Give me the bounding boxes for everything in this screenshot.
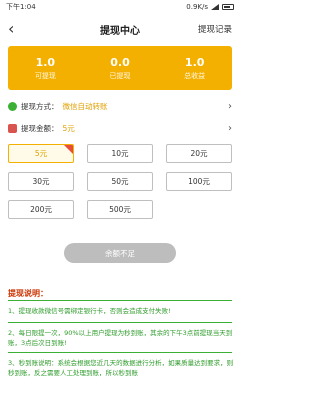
amount-option-500[interactable]: 500元	[87, 200, 153, 219]
submit-withdraw-button[interactable]: 余额不足	[64, 243, 176, 263]
stat-label: 总收益	[184, 71, 206, 80]
status-right: 0.9K/s	[186, 3, 234, 11]
withdraw-method-value: 微信自动转账	[62, 101, 108, 111]
withdraw-amount-value: 5元	[62, 123, 75, 133]
divider	[8, 322, 232, 323]
status-bar: 下午1:04 0.9K/s	[0, 0, 240, 14]
note-item: 1、提现收款微信号需绑定银行卡，否则会造成支付失败!	[8, 307, 171, 315]
divider	[8, 352, 232, 353]
withdraw-amount-label: 提现金额：	[21, 123, 59, 133]
stat-value: 0.0	[110, 55, 130, 69]
amount-option-50[interactable]: 50元	[87, 172, 153, 191]
network-speed: 0.9K/s	[186, 3, 208, 11]
amount-option-5[interactable]: 5元	[8, 144, 74, 163]
chevron-right-icon: ›	[228, 100, 232, 112]
stat-label: 可提现	[34, 71, 56, 80]
divider	[8, 300, 232, 301]
balance-summary: 1.0 可提现 0.0 已提现 1.0 总收益	[8, 46, 232, 90]
stat-withdrawn: 0.0 已提现	[83, 46, 158, 90]
amount-icon	[8, 123, 17, 133]
stat-label: 已提现	[109, 71, 131, 80]
withdraw-history-link[interactable]: 提现记录	[198, 23, 232, 35]
wechat-icon	[8, 101, 17, 111]
signal-icon	[211, 4, 219, 10]
note-item: 3、秒到账说明：系统会根据您近几天的数据进行分析，如果质量达到要求，则秒到账，反…	[8, 359, 234, 377]
status-time: 下午1:04	[6, 3, 36, 11]
amount-options: 5元 10元 20元 30元 50元 100元 200元 500元	[8, 144, 232, 219]
navigation-bar: ‹ 提现中心 提现记录	[0, 14, 240, 44]
withdraw-amount-row[interactable]: 提现金额： 5元 ›	[8, 120, 232, 136]
stat-value: 1.0	[184, 55, 205, 69]
amount-option-10[interactable]: 10元	[87, 144, 153, 163]
chevron-right-icon: ›	[228, 122, 232, 134]
amount-option-30[interactable]: 30元	[8, 172, 74, 191]
amount-option-200[interactable]: 200元	[8, 200, 74, 219]
amount-option-20[interactable]: 20元	[166, 144, 232, 163]
notes-title: 提现说明：	[8, 289, 48, 298]
stat-value: 1.0	[35, 55, 56, 69]
stat-withdrawable: 1.0 可提现	[8, 46, 83, 90]
note-item: 2、每日限提一次，90%以上用户提现为秒到账，其余的下午3点前提现当天到账，3点…	[8, 329, 233, 347]
back-icon[interactable]: ‹	[8, 14, 28, 44]
withdraw-method-row[interactable]: 提现方式： 微信自动转账 ›	[8, 98, 232, 114]
stat-total-earnings: 1.0 总收益	[157, 46, 232, 90]
withdraw-method-label: 提现方式：	[21, 101, 59, 111]
amount-option-100[interactable]: 100元	[166, 172, 232, 191]
battery-icon	[222, 4, 234, 10]
